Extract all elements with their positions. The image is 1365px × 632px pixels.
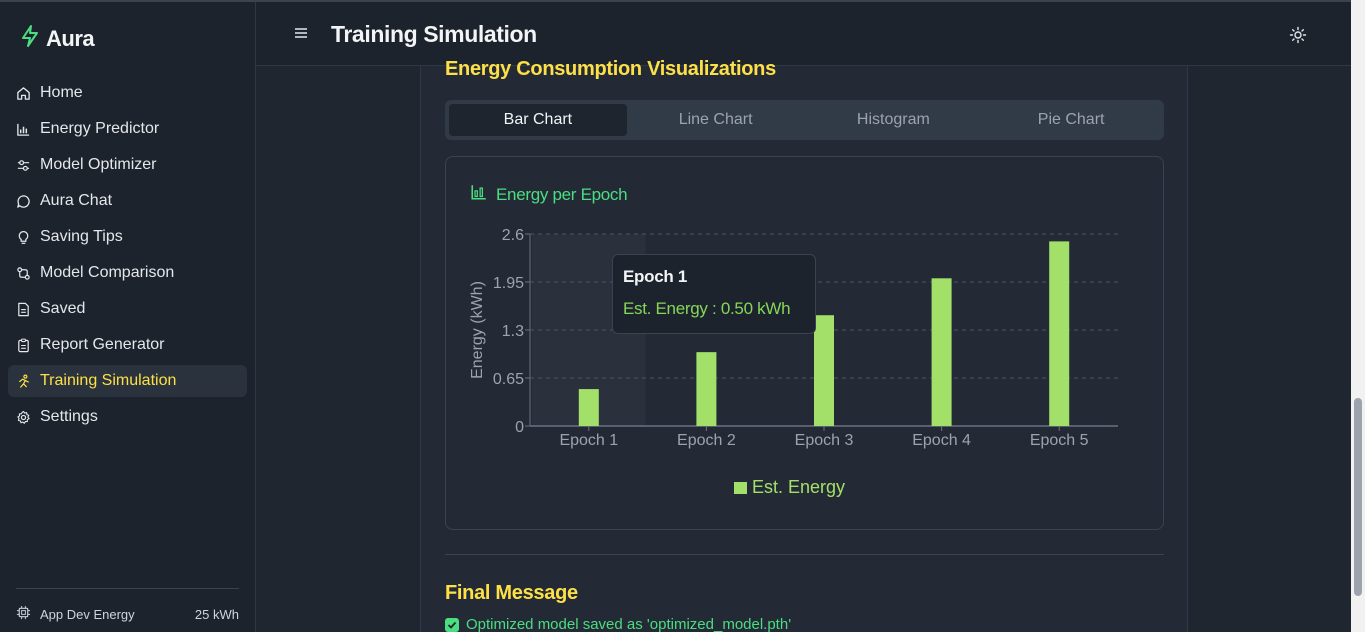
y-tick-label: 0 [515, 419, 524, 436]
divider [445, 554, 1164, 555]
energy-value: 25 kWh [194, 606, 239, 622]
bar [1049, 241, 1070, 426]
scrollbar-thumb[interactable] [1354, 398, 1362, 596]
sidebar-item-aura-chat[interactable]: Aura Chat [8, 185, 247, 217]
chip-icon [16, 605, 31, 623]
legend-swatch [734, 482, 747, 494]
energy-label: App Dev Energy [40, 606, 135, 622]
sidebar-item-label: Settings [40, 408, 98, 425]
page-title: Training Simulation [331, 21, 537, 47]
chart-tooltip: Epoch 1 Est. Energy : 0.50 kWh [612, 254, 816, 334]
tab-histogram[interactable]: Histogram [805, 104, 983, 136]
check-icon [445, 617, 459, 632]
y-tick-label: 2.6 [502, 227, 524, 244]
bolt-icon [20, 24, 40, 53]
legend-label: Est. Energy [752, 477, 845, 497]
x-tick-label: Epoch 3 [795, 432, 854, 449]
sidebar-item-model-optimizer[interactable]: Model Optimizer [8, 149, 247, 181]
tab-line-chart[interactable]: Line Chart [627, 104, 805, 136]
tab-pie-chart[interactable]: Pie Chart [982, 104, 1160, 136]
sidebar: Aura Home Energy Predictor Model Optimiz… [0, 0, 256, 632]
sidebar-item-report-generator[interactable]: Report Generator [8, 329, 247, 361]
section-title: Energy Consumption Visualizations [445, 58, 776, 80]
clipboard-icon [16, 338, 31, 353]
tab-bar-chart[interactable]: Bar Chart [449, 104, 627, 136]
sidebar-item-saved[interactable]: Saved [8, 293, 247, 325]
sidebar-item-home[interactable]: Home [8, 77, 247, 109]
x-tick-label: Epoch 4 [912, 432, 971, 449]
lightbulb-icon [16, 230, 31, 245]
x-tick-label: Epoch 1 [559, 432, 618, 449]
sidebar-nav: Home Energy Predictor Model Optimizer Au… [8, 77, 247, 437]
sidebar-item-label: Model Comparison [40, 264, 175, 281]
top-header: Training Simulation [256, 0, 1351, 66]
chart-box: Energy per Epoch 0 0.65 1.3 1.95 2.6 Energy (… [445, 156, 1164, 530]
tooltip-title: Epoch 1 [623, 267, 688, 286]
sidebar-item-label: Training Simulation [40, 372, 177, 389]
sidebar-item-saving-tips[interactable]: Saving Tips [8, 221, 247, 253]
sliders-icon [16, 158, 31, 173]
app-name: Aura [46, 25, 95, 51]
gear-icon [16, 410, 31, 425]
app-logo[interactable]: Aura [20, 24, 95, 53]
sidebar-item-label: Home [40, 84, 83, 101]
run-icon [16, 374, 31, 389]
sidebar-item-label: Aura Chat [40, 192, 113, 209]
sidebar-item-label: Saving Tips [40, 228, 123, 245]
bar [578, 389, 599, 426]
final-message-text: Optimized model saved as 'optimized_mode… [466, 616, 792, 632]
home-icon [16, 86, 31, 101]
bar-chart-icon [16, 122, 31, 137]
sidebar-footer: App Dev Energy 25 kWh [16, 588, 239, 623]
bar [931, 278, 952, 426]
bar [814, 315, 834, 426]
menu-icon[interactable] [294, 26, 308, 40]
sidebar-item-label: Report Generator [40, 336, 165, 353]
sidebar-item-label: Energy Predictor [40, 120, 160, 137]
y-tick-label: 0.65 [493, 371, 524, 388]
compare-icon [16, 266, 31, 281]
sidebar-item-model-comparison[interactable]: Model Comparison [8, 257, 247, 289]
bar-chart: 00.651.31.952.6Energy (kWh)Epoch 1 Epoch … [469, 227, 1118, 497]
x-tick-label: Epoch 5 [1030, 432, 1089, 449]
sidebar-item-energy-predictor[interactable]: Energy Predictor [8, 113, 247, 145]
sidebar-item-label: Model Optimizer [40, 156, 157, 173]
visualization-card: Energy Consumption Visualizations Bar Ch… [420, 58, 1188, 632]
tooltip-value: Est. Energy : 0.50 kWh [623, 299, 791, 318]
y-tick-label: 1.3 [502, 323, 524, 340]
chat-icon [16, 194, 31, 209]
final-message-title: Final Message [445, 582, 578, 604]
bar [696, 352, 717, 426]
y-axis-label: Energy (kWh) [469, 281, 486, 379]
file-icon [16, 302, 31, 317]
final-message: Optimized model saved as 'optimized_mode… [445, 616, 791, 632]
sun-icon[interactable] [1289, 26, 1307, 44]
sidebar-item-training-simulation[interactable]: Training Simulation [8, 365, 247, 397]
x-tick-label: Epoch 2 [677, 432, 736, 449]
y-tick-label: 1.95 [493, 275, 524, 292]
sidebar-item-label: Saved [40, 300, 86, 317]
sidebar-item-settings[interactable]: Settings [8, 401, 247, 433]
chart-tabs: Bar Chart Line Chart Histogram Pie Chart [445, 100, 1164, 140]
